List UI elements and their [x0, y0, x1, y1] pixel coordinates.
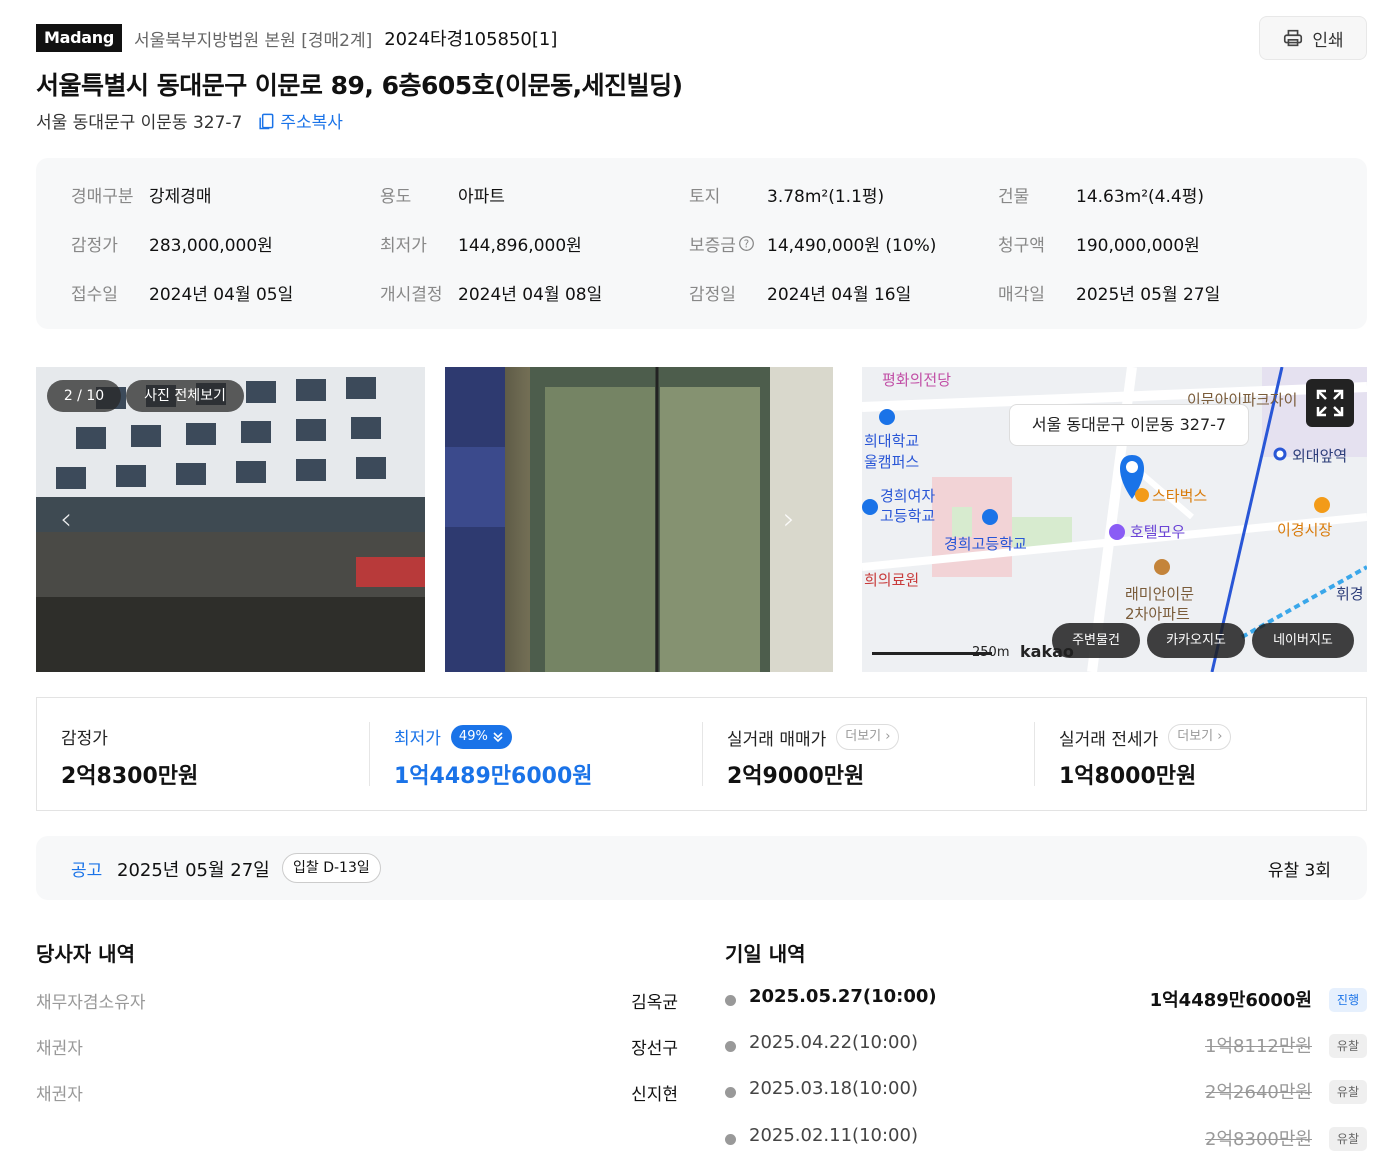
- chevron-right-icon: ›: [1217, 729, 1223, 744]
- naver-map-button[interactable]: 네이버지도: [1252, 623, 1354, 658]
- print-label: 인쇄: [1312, 30, 1344, 51]
- party-row: 채권자 신지현: [36, 1085, 678, 1105]
- timeline-dot: [725, 995, 736, 1006]
- schedule-row: 2025.02.11(10:00) 2억8300만원 유찰: [725, 1125, 1367, 1153]
- min-percent-badge[interactable]: 49%: [450, 724, 512, 749]
- info-claim: 청구액 190,000,000원: [998, 235, 1200, 256]
- printer-icon: [1284, 29, 1303, 47]
- status-badge: 진행: [1328, 988, 1367, 1012]
- info-sale-date: 매각일 2025년 05월 27일: [998, 284, 1221, 305]
- map-label: 희대학교: [864, 432, 920, 450]
- property-photo-exterior[interactable]: 2 / 10 사진 전체보기 ‹: [36, 367, 425, 672]
- location-map[interactable]: 평화의전당 이문아이파크자이 희대학교 울캠퍼스 외대앞역 경희여자 고등학교 …: [862, 367, 1367, 672]
- schedule-row: 2025.03.18(10:00) 2억2640만원 유찰: [725, 1078, 1367, 1106]
- schedule-row: 2025.05.27(10:00) 1억4489만6000원 진행: [725, 986, 1367, 1014]
- info-appraisal-date: 감정일 2024년 04월 16일: [689, 284, 912, 305]
- map-label: 이경시장: [1277, 521, 1333, 539]
- status-badge: 유찰: [1328, 1034, 1367, 1058]
- kakao-map-button[interactable]: 카카오지도: [1147, 623, 1245, 658]
- map-label: 래미안이문: [1125, 585, 1195, 603]
- info-receipt-date: 접수일 2024년 04월 05일: [71, 284, 294, 305]
- building-photo-art: [36, 367, 425, 672]
- map-label: 2차아파트: [1125, 605, 1190, 623]
- chevron-right-icon: ›: [885, 729, 891, 744]
- dday-badge: 입찰 D-13일: [282, 853, 381, 883]
- map-label: 휘경: [1336, 585, 1364, 603]
- price-minimum: 최저가 49% 1억4489만6000원: [394, 698, 694, 810]
- timeline-dot: [725, 1087, 736, 1098]
- fullscreen-icon: [1316, 389, 1344, 417]
- map-label: 경희고등학교: [944, 535, 1027, 553]
- info-usage: 용도 아파트: [380, 186, 505, 207]
- prev-photo-arrow-icon[interactable]: ‹: [60, 502, 92, 542]
- court-name: 서울북부지방법원 본원 [경매2계]: [134, 30, 373, 51]
- map-scale: 250m: [972, 645, 1010, 660]
- madang-logo: Madang: [36, 24, 123, 52]
- help-icon[interactable]: ?: [738, 235, 755, 252]
- map-label: 호텔모우: [1130, 523, 1186, 541]
- price-sale: 실거래 매매가 더보기 › 2억9000만원: [727, 698, 1027, 810]
- info-auction-type: 경매구분 강제경매: [71, 186, 212, 207]
- auction-info-panel: 경매구분 강제경매 용도 아파트 토지 3.78m²(1.1평) 건물 14.63m²(…: [36, 158, 1367, 329]
- next-photo-arrow-icon[interactable]: ›: [783, 502, 815, 542]
- svg-text:?: ?: [744, 239, 749, 250]
- view-all-photos-button[interactable]: 사진 전체보기: [126, 380, 244, 412]
- nearby-items-button[interactable]: 주변물건: [1052, 623, 1140, 658]
- status-badge: 유찰: [1328, 1127, 1367, 1151]
- info-minimum-price: 최저가 144,896,000원: [380, 235, 582, 256]
- info-appraisal: 감정가 283,000,000원: [71, 235, 273, 256]
- status-badge: 유찰: [1328, 1080, 1367, 1104]
- timeline-dot: [725, 1134, 736, 1145]
- map-label: 평화의전당: [882, 371, 952, 389]
- info-commence-date: 개시결정 2024년 04월 08일: [380, 284, 603, 305]
- map-address-tooltip: 서울 동대문구 이문동 327-7: [1009, 404, 1249, 446]
- copy-address-label: 주소복사: [280, 113, 343, 133]
- rent-more-button[interactable]: 더보기 ›: [1168, 724, 1232, 750]
- info-building: 건물 14.63m²(4.4평): [998, 186, 1204, 207]
- divider: [702, 722, 703, 786]
- sub-address-row: 서울 동대문구 이문동 327-7 주소복사: [36, 108, 343, 133]
- expand-map-button[interactable]: [1306, 379, 1354, 427]
- case-number: 2024타경105850[1]: [384, 29, 558, 50]
- sale-more-button[interactable]: 더보기 ›: [836, 724, 900, 750]
- property-photo-entrance[interactable]: ›: [445, 367, 833, 672]
- map-label: 희의료원: [864, 571, 920, 589]
- info-deposit: 보증금 ? 14,490,000원 (10%): [689, 235, 937, 256]
- notice-date: 2025년 05월 27일: [117, 860, 270, 881]
- timeline-dot: [725, 1041, 736, 1052]
- header-row: Madang 서울북부지방법원 본원 [경매2계] 2024타경105850[1…: [36, 24, 557, 52]
- divider: [1034, 722, 1035, 786]
- map-label: 고등학교: [880, 507, 936, 525]
- map-label: 경희여자: [880, 487, 936, 505]
- schedule-row: 2025.04.22(10:00) 1억8112만원 유찰: [725, 1032, 1367, 1060]
- parties-title: 당사자 내역: [36, 942, 135, 966]
- info-land: 토지 3.78m²(1.1평): [689, 186, 885, 207]
- photo-counter: 2 / 10: [47, 380, 121, 412]
- copy-address-button[interactable]: 주소복사: [256, 108, 343, 133]
- notice-label: 공고: [71, 861, 103, 881]
- lot-address: 서울 동대문구 이문동 327-7: [36, 113, 243, 133]
- schedule-title: 기일 내역: [725, 942, 806, 966]
- price-summary: 감정가 2억8300만원 최저가 49% 1억4489만6000원 실거래 매매…: [36, 697, 1367, 811]
- map-label: 외대앞역: [1292, 447, 1348, 465]
- page-title: 서울특별시 동대문구 이문로 89, 6층605호(이문동,세진빌딩): [36, 71, 683, 100]
- party-row: 채권자 장선구: [36, 1039, 678, 1059]
- map-label: 스타벅스: [1152, 487, 1208, 505]
- divider: [369, 722, 370, 786]
- print-button[interactable]: 인쇄: [1259, 16, 1367, 60]
- map-label: 울캠퍼스: [864, 453, 920, 471]
- price-rent: 실거래 전세가 더보기 › 1억8000만원: [1059, 698, 1359, 810]
- double-chevron-down-icon: [493, 731, 503, 742]
- price-appraisal: 감정가 2억8300만원: [61, 729, 199, 789]
- entrance-photo-art: [445, 367, 833, 672]
- copy-icon: [259, 113, 274, 129]
- party-row: 채무자겸소유자 김옥균: [36, 993, 678, 1013]
- fail-count: 유찰 3회: [1267, 861, 1331, 881]
- notice-bar: 공고 2025년 05월 27일 입찰 D-13일 유찰 3회: [36, 836, 1367, 900]
